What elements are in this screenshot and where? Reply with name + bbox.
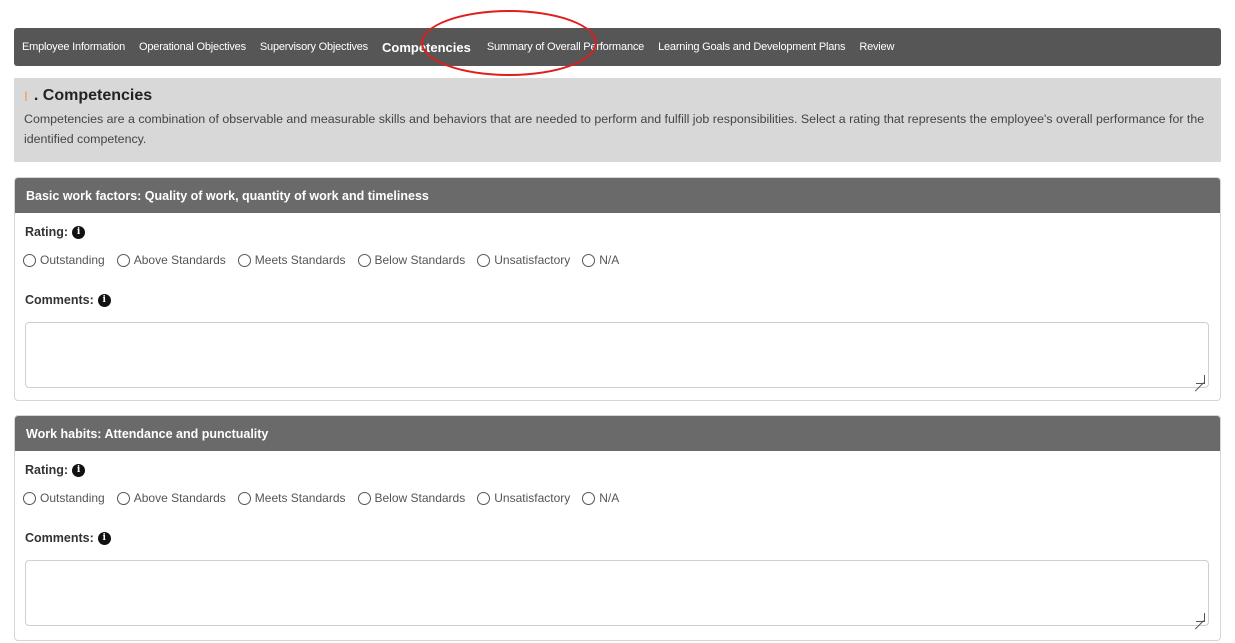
page-description: Competencies are a combination of observ… (24, 112, 1205, 146)
rating-label: Rating: (25, 463, 69, 477)
radio-meets-standards[interactable]: Meets Standards (237, 491, 346, 505)
radio-circle-icon[interactable] (357, 253, 371, 267)
radio-na[interactable]: N/A (582, 491, 619, 505)
nav-tab-operational-objectives[interactable]: Operational Objectives (139, 41, 246, 53)
page-title-text: . Competencies (33, 87, 153, 104)
radio-above-standards[interactable]: Above Standards (116, 491, 226, 505)
nav-tab-learning-goals[interactable]: Learning Goals and Development Plans (658, 41, 845, 53)
nav-tab-supervisory-objectives[interactable]: Supervisory Objectives (260, 41, 368, 53)
comments-textarea[interactable] (25, 560, 1209, 626)
info-icon[interactable]: i (72, 463, 86, 477)
radio-label: Above Standards (133, 491, 226, 505)
radio-label: Outstanding (40, 491, 105, 505)
resize-handle-icon[interactable] (1196, 375, 1205, 384)
info-icon[interactable]: i (97, 531, 111, 545)
radio-label: Below Standards (374, 253, 466, 267)
radio-circle-icon[interactable] (582, 491, 596, 505)
radio-outstanding[interactable]: Outstanding (23, 253, 105, 267)
rating-label: Rating: (25, 225, 69, 239)
nav-tab-review[interactable]: Review (859, 41, 894, 53)
info-icon[interactable]: i (72, 225, 86, 239)
radio-circle-icon[interactable] (23, 491, 36, 505)
page-title: I . Competencies (24, 87, 1211, 105)
radio-circle-icon[interactable] (116, 491, 130, 505)
radio-unsatisfactory[interactable]: Unsatisfactory (477, 253, 570, 267)
radio-circle-icon[interactable] (23, 253, 36, 267)
comments-textarea[interactable] (25, 322, 1209, 388)
rating-label-row: Rating: i (15, 463, 1220, 477)
radio-circle-icon[interactable] (477, 491, 491, 505)
nav-tab-competencies[interactable]: Competencies (382, 40, 471, 55)
competency-section-basic-work-factors: Basic work factors: Quality of work, qua… (14, 177, 1221, 401)
rating-label-row: Rating: i (15, 225, 1220, 239)
radio-circle-icon[interactable] (237, 253, 251, 267)
radio-below-standards[interactable]: Below Standards (357, 491, 466, 505)
radio-unsatisfactory[interactable]: Unsatisfactory (477, 491, 570, 505)
radio-circle-icon[interactable] (116, 253, 130, 267)
comments-label-row: Comments: i (15, 531, 1220, 545)
radio-label: Outstanding (40, 253, 105, 267)
comments-label: Comments: (25, 293, 94, 307)
radio-label: Below Standards (374, 491, 466, 505)
radio-below-standards[interactable]: Below Standards (357, 253, 466, 267)
nav-tab-employee-information[interactable]: Employee Information (22, 41, 125, 53)
radio-circle-icon[interactable] (582, 253, 596, 267)
competencies-intro-panel: I . Competencies Competencies are a comb… (14, 78, 1221, 162)
radio-circle-icon[interactable] (477, 253, 491, 267)
radio-label: Unsatisfactory (494, 491, 571, 505)
resize-handle-icon[interactable] (1196, 613, 1205, 622)
comments-label: Comments: (25, 531, 94, 545)
rating-options: Outstanding Above Standards Meets Standa… (15, 253, 1220, 267)
radio-meets-standards[interactable]: Meets Standards (237, 253, 346, 267)
comments-label-row: Comments: i (15, 293, 1220, 307)
radio-circle-icon[interactable] (357, 491, 371, 505)
section-nav: Employee Information Operational Objecti… (14, 28, 1221, 66)
radio-label: N/A (599, 253, 620, 267)
radio-outstanding[interactable]: Outstanding (23, 491, 105, 505)
radio-na[interactable]: N/A (582, 253, 619, 267)
nav-tab-summary-overall-performance[interactable]: Summary of Overall Performance (487, 41, 644, 53)
radio-label: Unsatisfactory (494, 253, 571, 267)
radio-above-standards[interactable]: Above Standards (116, 253, 226, 267)
radio-circle-icon[interactable] (237, 491, 251, 505)
competency-section-work-habits: Work habits: Attendance and punctuality … (14, 415, 1221, 641)
radio-label: Meets Standards (254, 253, 346, 267)
section-header: Work habits: Attendance and punctuality (15, 416, 1220, 451)
section-header: Basic work factors: Quality of work, qua… (15, 178, 1220, 213)
radio-label: N/A (599, 491, 620, 505)
rating-options: Outstanding Above Standards Meets Standa… (15, 491, 1220, 505)
radio-label: Meets Standards (254, 491, 346, 505)
radio-label: Above Standards (133, 253, 226, 267)
title-marker: I (24, 88, 28, 104)
info-icon[interactable]: i (97, 293, 111, 307)
